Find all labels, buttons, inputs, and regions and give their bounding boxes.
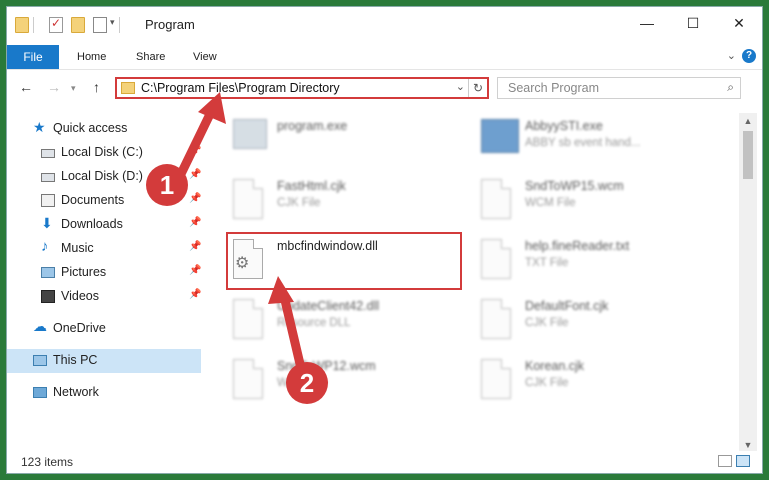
step-marker-2: 2 xyxy=(286,362,328,404)
step-marker-1: 1 xyxy=(146,164,188,206)
annotation-arrows xyxy=(175,92,305,369)
arrow-1-shaft xyxy=(175,105,217,181)
arrow-2-shaft xyxy=(279,291,305,369)
arrow-2-head xyxy=(268,276,294,304)
